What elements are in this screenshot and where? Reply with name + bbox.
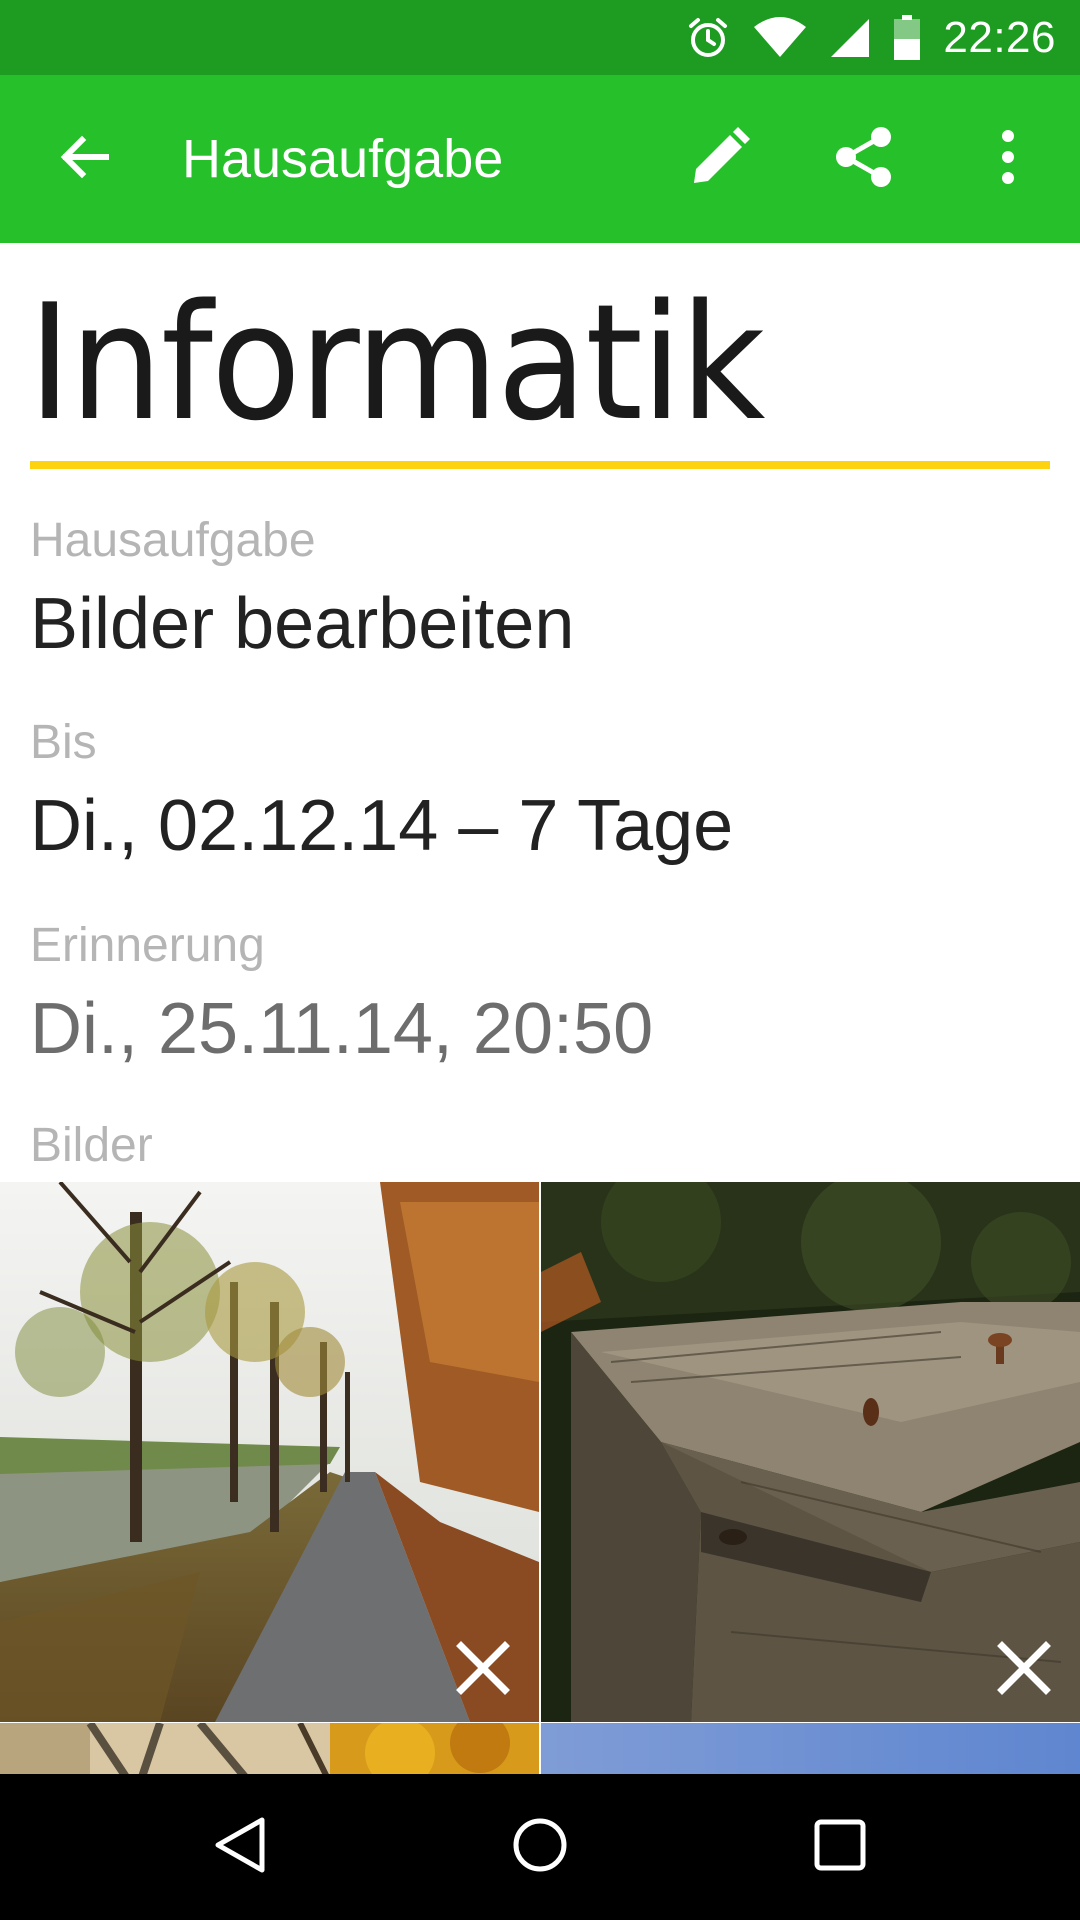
subject-title: Informatik: [28, 269, 765, 456]
back-arrow-icon: [58, 131, 110, 188]
app-title: Hausaufgabe: [182, 129, 504, 189]
nav-home-button[interactable]: [450, 1774, 630, 1920]
system-nav-bar: [0, 1774, 1080, 1920]
due-value: Di., 02.12.14 – 7 Tage: [30, 786, 734, 866]
image-tile-autumn-path[interactable]: [0, 1182, 539, 1722]
battery-icon: [893, 14, 921, 61]
image-tile-sky[interactable]: [541, 1723, 1080, 1774]
edit-button[interactable]: [660, 75, 780, 243]
due-label: Bis: [30, 716, 97, 769]
status-bar: 22:26: [0, 0, 1080, 75]
close-icon: [451, 1641, 515, 1704]
nav-back-icon: [212, 1815, 268, 1880]
homework-value: Bilder bearbeiten: [30, 584, 575, 664]
app-bar: Hausaufgabe: [0, 75, 1080, 243]
edit-pencil-icon: [690, 126, 750, 192]
alarm-icon: [685, 15, 731, 61]
share-button[interactable]: [804, 75, 924, 243]
share-icon: [833, 126, 895, 193]
more-options-button[interactable]: [948, 75, 1068, 243]
nav-recents-button[interactable]: [750, 1774, 930, 1920]
images-label: Bilder: [30, 1119, 153, 1172]
remove-image-button[interactable]: [992, 1636, 1056, 1700]
status-icons: 22:26: [685, 0, 1056, 75]
back-button[interactable]: [24, 75, 144, 243]
homework-label: Hausaufgabe: [30, 514, 316, 567]
close-icon: [992, 1641, 1056, 1704]
signal-icon: [829, 17, 871, 59]
branches-image: [0, 1723, 539, 1774]
status-time: 22:26: [943, 12, 1056, 62]
reminder-label: Erinnerung: [30, 919, 265, 972]
subject-color-underline: [30, 461, 1050, 469]
more-vert-icon: [1000, 129, 1016, 190]
reminder-value[interactable]: Di., 25.11.14, 20:50: [30, 988, 653, 1070]
wifi-icon: [753, 16, 807, 59]
image-grid: [0, 1182, 1080, 1774]
nav-back-button[interactable]: [150, 1774, 330, 1920]
image-tile-wood-planks[interactable]: [541, 1182, 1080, 1722]
sky-image: [541, 1723, 1080, 1774]
remove-image-button[interactable]: [451, 1636, 515, 1700]
image-tile-branches[interactable]: [0, 1723, 539, 1774]
nav-home-icon: [510, 1815, 570, 1880]
nav-recents-icon: [813, 1818, 867, 1877]
